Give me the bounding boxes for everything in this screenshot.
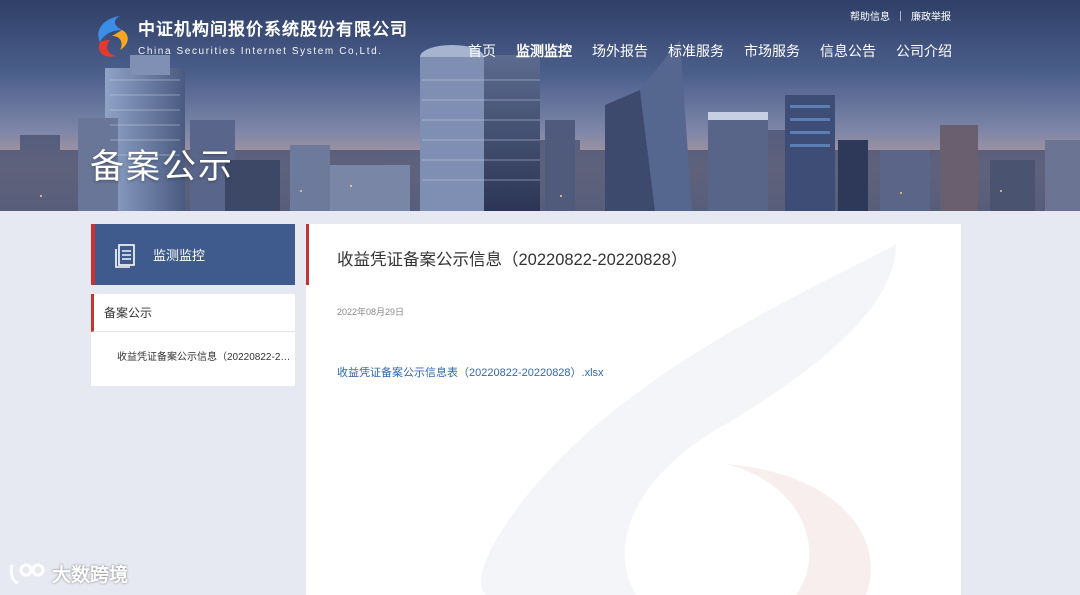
nav-company-intro[interactable]: 公司介绍 <box>896 41 952 61</box>
sidebar-section-header: 监测监控 <box>91 224 295 285</box>
sidebar-subitem-article[interactable]: 收益凭证备案公示信息（20220822-20220828） <box>91 332 295 384</box>
company-logo[interactable]: 中证机构间报价系统股份有限公司 China Securities Interne… <box>90 12 408 60</box>
page-hero-title: 备案公示 <box>90 148 234 186</box>
sidebar-menu: 备案公示 收益凭证备案公示信息（20220822-20220828） <box>91 294 295 386</box>
watermark: 大数跨境 <box>8 560 128 587</box>
nav-announcements[interactable]: 信息公告 <box>820 41 876 61</box>
header-banner: 中证机构间报价系统股份有限公司 China Securities Interne… <box>0 0 1080 211</box>
watermark-text: 大数跨境 <box>52 565 129 586</box>
company-name-cn: 中证机构间报价系统股份有限公司 <box>138 20 408 39</box>
report-link[interactable]: 廉政举报 <box>911 8 951 23</box>
utility-links: 帮助信息 廉政举报 <box>850 8 951 23</box>
nav-monitoring[interactable]: 监测监控 <box>516 41 572 61</box>
link-divider <box>900 10 901 21</box>
title-accent-bar <box>306 224 309 285</box>
article-date: 2022年08月29日 <box>337 307 405 317</box>
nav-otc-report[interactable]: 场外报告 <box>592 41 648 61</box>
nav-home[interactable]: 首页 <box>468 41 496 61</box>
nav-market-service[interactable]: 市场服务 <box>744 41 800 61</box>
attachment-link[interactable]: 收益凭证备案公示信息表（20220822-20220828）.xlsx <box>337 364 604 380</box>
watermark-logo-icon <box>9 563 45 584</box>
main-nav: 首页 监测监控 场外报告 标准服务 市场服务 信息公告 公司介绍 <box>468 41 952 61</box>
sidebar-item-filing[interactable]: 备案公示 <box>91 294 295 332</box>
sidebar-section-title: 监测监控 <box>153 248 206 263</box>
article-title: 收益凭证备案公示信息（20220822-20220828） <box>337 251 688 269</box>
nav-standard-service[interactable]: 标准服务 <box>668 41 724 61</box>
company-logo-icon <box>98 16 128 57</box>
article-panel: 收益凭证备案公示信息（20220822-20220828） 2022年08月29… <box>306 224 961 595</box>
help-info-link[interactable]: 帮助信息 <box>850 8 890 23</box>
company-name-en: China Securities Internet System Co,Ltd. <box>138 46 383 57</box>
background-swoosh <box>481 244 896 595</box>
document-icon <box>115 243 135 268</box>
